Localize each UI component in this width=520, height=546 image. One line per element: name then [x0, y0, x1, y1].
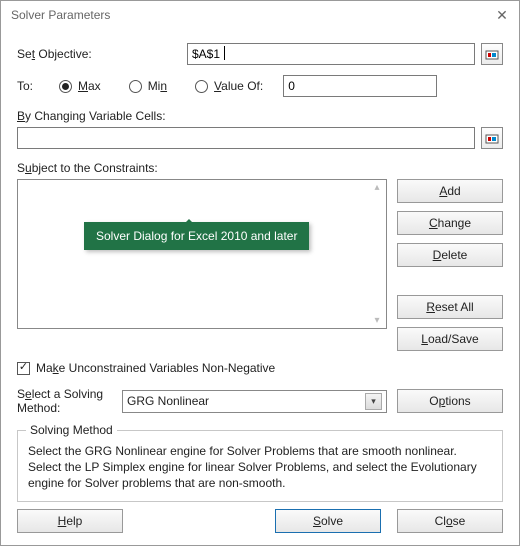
radio-icon — [129, 80, 142, 93]
solving-method-group: Solving Method Select the GRG Nonlinear … — [17, 430, 503, 503]
group-description: Select the GRG Nonlinear engine for Solv… — [28, 443, 492, 492]
objective-range-picker-icon[interactable] — [481, 43, 503, 65]
load-save-button[interactable]: Load/Save — [397, 327, 503, 351]
changing-cells-range-picker-icon[interactable] — [481, 127, 503, 149]
solve-button[interactable]: Solve — [275, 509, 381, 533]
method-selected-value: GRG Nonlinear — [127, 394, 209, 408]
add-button[interactable]: Add — [397, 179, 503, 203]
reset-all-button[interactable]: Reset All — [397, 295, 503, 319]
set-objective-label: Set Objective: — [17, 47, 187, 61]
nonneg-checkbox[interactable] — [17, 362, 30, 375]
radio-icon — [195, 80, 208, 93]
change-button[interactable]: Change — [397, 211, 503, 235]
radio-icon — [59, 80, 72, 93]
changing-cells-label: By Changing Variable Cells: — [17, 109, 503, 123]
callout-tooltip: Solver Dialog for Excel 2010 and later — [84, 222, 309, 250]
objective-input[interactable] — [187, 43, 475, 65]
constraints-listbox[interactable]: ▴ ▾ — [17, 179, 387, 329]
constraints-label: Subject to the Constraints: — [17, 161, 503, 175]
radio-value-of[interactable]: Value Of: — [195, 79, 263, 93]
method-label: Select a SolvingMethod: — [17, 387, 112, 416]
delete-button[interactable]: Delete — [397, 243, 503, 267]
options-button[interactable]: Options — [397, 389, 503, 413]
value-of-input[interactable] — [283, 75, 437, 97]
window-title: Solver Parameters — [11, 8, 110, 22]
changing-cells-input[interactable] — [17, 127, 475, 149]
close-icon[interactable]: ✕ — [493, 6, 511, 24]
method-select[interactable]: GRG Nonlinear ▾ — [122, 390, 387, 413]
scrollbar[interactable]: ▴ ▾ — [370, 182, 384, 326]
nonneg-label: Make Unconstrained Variables Non-Negativ… — [36, 361, 275, 375]
chevron-down-icon: ▾ — [370, 315, 384, 326]
close-button[interactable]: Close — [397, 509, 503, 533]
radio-max[interactable]: Max — [59, 79, 101, 93]
radio-min[interactable]: Min — [129, 79, 167, 93]
help-button[interactable]: Help — [17, 509, 123, 533]
chevron-down-icon: ▾ — [365, 393, 382, 410]
chevron-up-icon: ▴ — [370, 182, 384, 193]
group-title: Solving Method — [26, 423, 117, 437]
to-label: To: — [17, 79, 59, 93]
